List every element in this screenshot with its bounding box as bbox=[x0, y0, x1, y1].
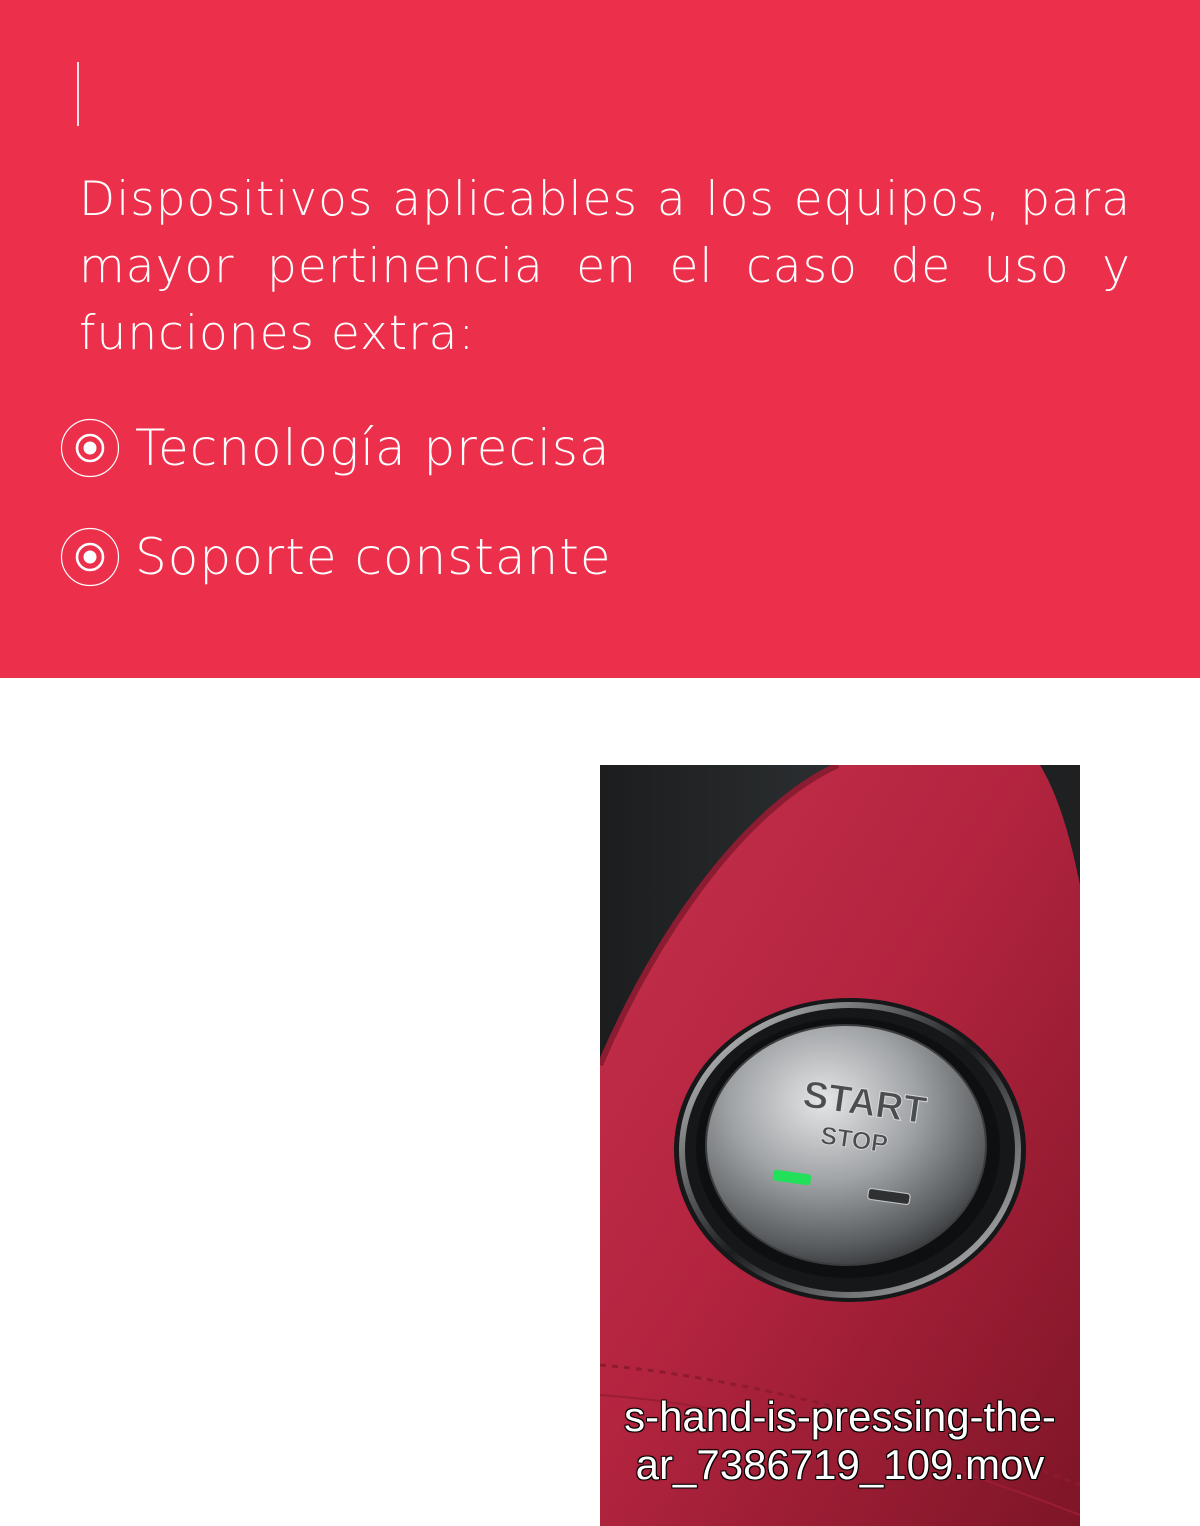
vertical-divider bbox=[77, 62, 79, 126]
target-circle-icon bbox=[60, 527, 120, 587]
page: Dispositivos aplicables a los equipos, p… bbox=[0, 0, 1200, 1526]
target-circle-icon bbox=[60, 418, 120, 478]
feature-item-constant-support: Soporte constante bbox=[60, 527, 612, 587]
caption-line: ar_7386719_109.mov bbox=[635, 1440, 1045, 1489]
feature-item-precise-technology: Tecnología precisa bbox=[60, 418, 611, 478]
feature-label: Soporte constante bbox=[135, 528, 612, 586]
intro-text: Dispositivos aplicables a los equipos, p… bbox=[79, 172, 1131, 361]
feature-label: Tecnología precisa bbox=[135, 419, 611, 477]
video-filename-caption: s-hand-is-pressing-the- ar_7386719_109.m… bbox=[600, 1392, 1080, 1489]
caption-line: s-hand-is-pressing-the- bbox=[623, 1392, 1056, 1441]
hero-banner: Dispositivos aplicables a los equipos, p… bbox=[0, 0, 1200, 678]
video-thumbnail[interactable]: START STOP s-hand-is-pressing-the- ar_73… bbox=[600, 765, 1080, 1526]
